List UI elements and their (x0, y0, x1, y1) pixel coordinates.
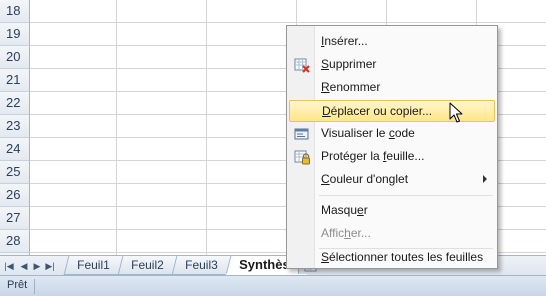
sheet-context-menu: Insérer... Supprimer Renommer Déplacer o… (286, 25, 498, 269)
previous-sheet-icon[interactable]: ◀ (18, 259, 30, 273)
row-header[interactable]: 27 (0, 207, 30, 230)
status-text: Prêt (7, 279, 28, 291)
menu-item-label: Supprimer (321, 57, 377, 71)
first-sheet-icon[interactable]: |◀ (3, 259, 15, 273)
row-header[interactable]: 25 (0, 161, 30, 184)
row-header[interactable]: 22 (0, 92, 30, 115)
status-bar: Prêt (0, 275, 546, 296)
menu-item-label: Sélectionner toutes les feuilles (321, 250, 484, 264)
sheet-tab-label: Feuil1 (77, 258, 110, 272)
menu-item-renommer[interactable]: Renommer (289, 77, 495, 99)
menu-item-label: Renommer (321, 80, 381, 94)
menu-item-label: Protéger la feuille... (321, 149, 425, 163)
view-code-icon (294, 126, 310, 142)
last-sheet-icon[interactable]: ▶| (44, 259, 56, 273)
row-header[interactable]: 26 (0, 184, 30, 207)
row-header[interactable]: 23 (0, 115, 30, 138)
menu-item-visualiser-le-code[interactable]: Visualiser le code (289, 123, 495, 145)
row-header[interactable]: 24 (0, 138, 30, 161)
menu-item-label: Déplacer ou copier... (322, 104, 433, 118)
menu-item-label: Couleur d'onglet (321, 172, 409, 186)
menu-item-label: Insérer... (321, 34, 368, 48)
sheet-tab-feuil3[interactable]: Feuil3 (171, 256, 233, 275)
menu-item-label: Masquer (321, 203, 368, 217)
row-header[interactable]: 28 (0, 230, 30, 253)
sheet-tab-feuil1[interactable]: Feuil1 (63, 256, 125, 275)
submenu-arrow-icon (483, 175, 487, 183)
menu-item-proteger-la-feuille[interactable]: Protéger la feuille... (289, 146, 495, 168)
menu-item-supprimer[interactable]: Supprimer (289, 54, 495, 76)
row-header[interactable]: 21 (0, 69, 30, 92)
menu-item-masquer[interactable]: Masquer (289, 200, 495, 222)
menu-item-label: Afficher... (321, 226, 371, 240)
row-header[interactable]: 19 (0, 23, 30, 46)
next-sheet-icon[interactable]: ▶ (31, 259, 43, 273)
menu-item-deplacer-ou-copier[interactable]: Déplacer ou copier... (289, 100, 495, 122)
menu-item-couleur-onglet[interactable]: Couleur d'onglet (289, 169, 495, 191)
menu-item-selectionner-toutes-les-feuilles[interactable]: Sélectionner toutes les feuilles (289, 247, 495, 269)
menu-item-label: Visualiser le code (321, 126, 415, 140)
row-header[interactable]: 18 (0, 0, 30, 23)
sheet-tab-feuil2[interactable]: Feuil2 (117, 256, 179, 275)
row-header[interactable]: 20 (0, 46, 30, 69)
sheet-tab-label: Feuil3 (185, 258, 218, 272)
status-separator (34, 279, 35, 294)
menu-item-inserer[interactable]: Insérer... (289, 31, 495, 53)
sheet-tab-label: Feuil2 (131, 258, 164, 272)
menu-item-afficher: Afficher... (289, 223, 495, 245)
delete-sheet-icon (294, 57, 310, 73)
menu-separator (319, 195, 493, 196)
mouse-pointer-icon (449, 102, 463, 128)
grid-row[interactable]: 18 (0, 0, 546, 23)
protect-sheet-icon (294, 149, 310, 165)
